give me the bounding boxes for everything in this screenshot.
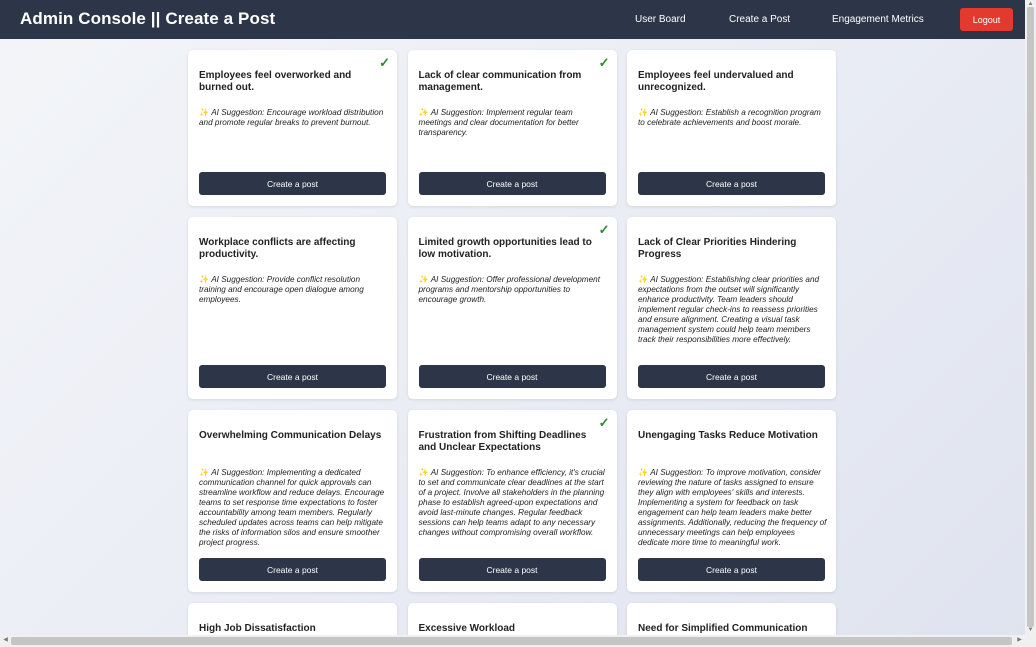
card-title: Frustration from Shifting Deadlines and … [418,430,587,453]
ai-suggestion: ✨ AI Suggestion: Implementing a dedicate… [199,468,388,548]
card-title: Excessive Workload [418,623,516,634]
issue-card: Workplace conflicts are affecting produc… [188,217,397,399]
nav-engagement-metrics[interactable]: Engagement Metrics [832,14,924,25]
sparkle-icon: ✨ [199,108,210,117]
issue-card: Employees feel undervalued and unrecogni… [627,50,836,206]
suggestion-prefix: AI Suggestion: [211,468,265,477]
suggestion-prefix: AI Suggestion: [211,275,265,284]
sparkle-icon: ✨ [638,468,649,477]
issue-card: Unengaging Tasks Reduce Motivation ✨ AI … [627,410,836,592]
card-title: Need for Simplified Communication [638,623,808,634]
create-post-button[interactable]: Create a post [418,365,606,388]
card-title: Lack of Clear Priorities Hindering Progr… [638,237,797,260]
nav-create-post[interactable]: Create a Post [729,14,790,25]
card-title: Unengaging Tasks Reduce Motivation [638,430,818,441]
top-navbar: Admin Console || Create a Post User Boar… [0,0,1025,39]
ai-suggestion: ✨ AI Suggestion: Offer professional deve… [419,275,608,305]
issue-card: Need for Simplified Communication [627,603,836,635]
ai-suggestion: ✨ AI Suggestion: Implement regular team … [419,108,608,138]
issue-card: Overwhelming Communication Delays ✨ AI S… [188,410,397,592]
check-icon: ✓ [379,55,390,70]
ai-suggestion: ✨ AI Suggestion: Provide conflict resolu… [199,275,388,305]
issue-card: ✓ Frustration from Shifting Deadlines an… [407,410,617,592]
create-post-button[interactable]: Create a post [199,365,386,388]
vertical-scroll-thumb[interactable] [1027,7,1034,627]
suggestion-prefix: AI Suggestion: [650,275,704,284]
sparkle-icon: ✨ [199,275,210,284]
horizontal-scroll-thumb[interactable] [11,637,1012,645]
suggestion-text: Implementing a dedicated communication c… [199,468,385,547]
logout-button[interactable]: Logout [960,8,1013,31]
suggestion-text: To enhance efficiency, it's crucial to s… [418,468,605,537]
card-grid: ✓ Employees feel overworked and burned o… [188,50,836,635]
suggestion-prefix: AI Suggestion: [430,108,484,117]
create-post-button[interactable]: Create a post [418,172,606,195]
suggestion-prefix: AI Suggestion: [650,468,704,477]
create-post-button[interactable]: Create a post [199,558,386,581]
horizontal-scrollbar[interactable]: ◀ ▶ [0,635,1036,647]
suggestion-prefix: AI Suggestion: [430,468,484,477]
suggestion-text: To improve motivation, consider reviewin… [638,468,827,547]
page-title: Admin Console || Create a Post [20,9,276,28]
issue-card: High Job Dissatisfaction [188,603,397,635]
check-icon: ✓ [598,222,610,237]
card-title: Employees feel undervalued and unrecogni… [638,70,794,93]
ai-suggestion: ✨ AI Suggestion: To enhance efficiency, … [419,468,608,538]
card-title: Overwhelming Communication Delays [199,430,382,441]
check-icon: ✓ [598,415,610,430]
create-post-button[interactable]: Create a post [638,558,825,581]
scroll-left-icon[interactable]: ◀ [0,637,11,644]
suggestion-prefix: AI Suggestion: [430,275,484,284]
suggestion-text: Establishing clear priorities and expect… [638,275,820,344]
card-title: Limited growth opportunities lead to low… [418,237,592,260]
scroll-right-icon[interactable]: ▶ [1014,637,1025,644]
scroll-down-icon[interactable]: ▼ [1025,627,1036,634]
ai-suggestion: ✨ AI Suggestion: Establishing clear prio… [638,275,827,345]
nav-user-board[interactable]: User Board [635,14,686,25]
ai-suggestion: ✨ AI Suggestion: To improve motivation, … [638,468,827,548]
sparkle-icon: ✨ [199,468,210,477]
issue-card: ✓ Lack of clear communication from manag… [407,50,617,206]
issue-card: ✓ Limited growth opportunities lead to l… [407,217,617,399]
suggestion-prefix: AI Suggestion: [211,108,265,117]
card-title: Employees feel overworked and burned out… [199,70,352,93]
sparkle-icon: ✨ [638,108,649,117]
ai-suggestion: ✨ AI Suggestion: Encourage workload dist… [199,108,388,128]
card-title: Workplace conflicts are affecting produc… [199,237,356,260]
issue-card: Lack of Clear Priorities Hindering Progr… [627,217,836,399]
issue-card: Excessive Workload [407,603,617,635]
sparkle-icon: ✨ [638,275,649,284]
sparkle-icon: ✨ [418,468,429,477]
create-post-button[interactable]: Create a post [199,172,386,195]
create-post-button[interactable]: Create a post [418,558,606,581]
suggestion-prefix: AI Suggestion: [650,108,704,117]
card-title: Lack of clear communication from managem… [418,70,582,93]
sparkle-icon: ✨ [418,108,429,117]
check-icon: ✓ [598,55,610,70]
vertical-scrollbar[interactable]: ▲ ▼ [1025,0,1036,635]
ai-suggestion: ✨ AI Suggestion: Establish a recognition… [638,108,827,128]
card-title: High Job Dissatisfaction [199,623,316,634]
sparkle-icon: ✨ [418,275,429,284]
create-post-button[interactable]: Create a post [638,365,825,388]
create-post-button[interactable]: Create a post [638,172,825,195]
issue-card: ✓ Employees feel overworked and burned o… [188,50,397,206]
main-content: ✓ Employees feel overworked and burned o… [0,39,1025,635]
